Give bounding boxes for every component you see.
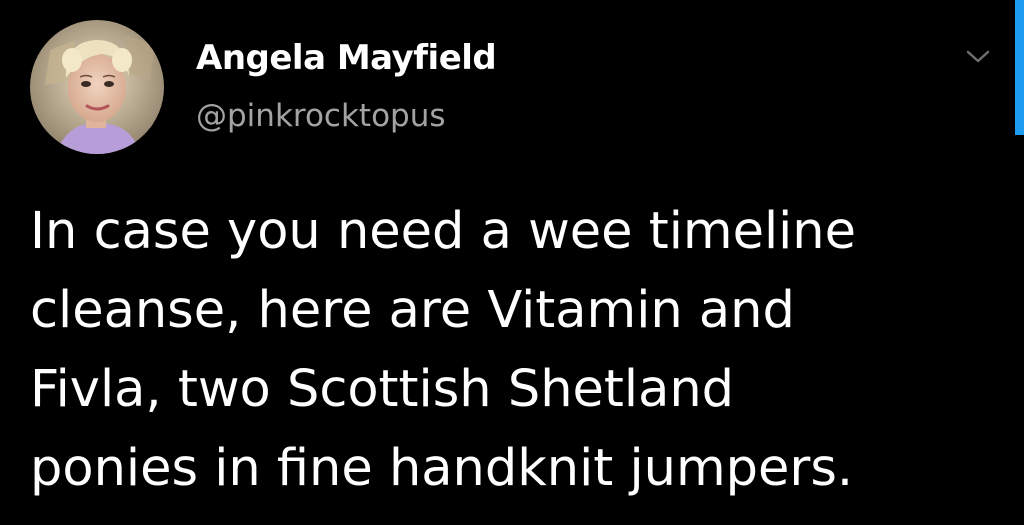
tweet-text-line: Fivla, two Scottish Shetland — [30, 360, 735, 419]
tweet-text-line: In case you need a wee timeline — [30, 202, 857, 261]
tweet-card: Angela Mayfield @pinkrocktopus In case y… — [0, 0, 1024, 525]
author-display-name[interactable]: Angela Mayfield — [196, 38, 497, 78]
profile-photo — [30, 20, 164, 154]
tweet-text-line: ponies in fine handknit jumpers. — [30, 439, 854, 498]
chevron-down-icon[interactable] — [958, 42, 998, 72]
tweet-text: In case you need a wee timeline cleanse,… — [30, 192, 990, 508]
scrollbar[interactable] — [1015, 0, 1024, 135]
avatar[interactable] — [30, 20, 164, 154]
tweet-text-line: cleanse, here are Vitamin and — [30, 281, 795, 340]
author-handle[interactable]: @pinkrocktopus — [196, 98, 446, 134]
